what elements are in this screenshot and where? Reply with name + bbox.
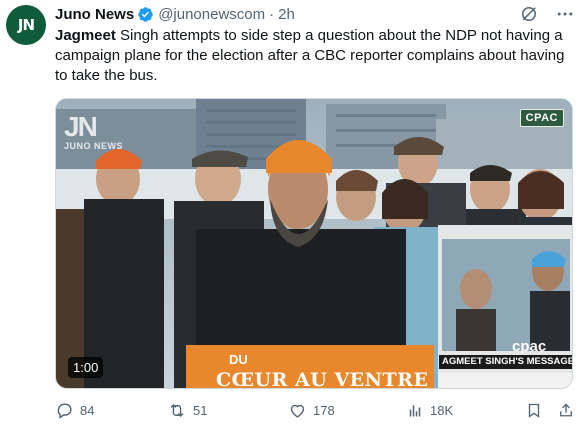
juno-news-watermark: JN JUNO NEWS [64, 111, 124, 152]
tweet-text-bold: Jagmeet [55, 27, 116, 44]
more-options-icon[interactable] [555, 4, 575, 24]
verified-badge-icon [138, 6, 153, 22]
repost-count: 51 [193, 403, 208, 418]
inset-cpac-logo: cpac [512, 338, 547, 355]
handle[interactable]: @junonewscom [158, 6, 265, 23]
video-duration: 1:00 [68, 357, 104, 378]
inset-caption: AGMEET SINGH'S MESSAGE TO QUE [439, 355, 572, 369]
avatar[interactable]: JN [6, 5, 46, 45]
bookmark-icon [528, 403, 540, 418]
avatar-initials: JN [17, 16, 35, 34]
separator-dot: · [269, 5, 275, 23]
video-frame [56, 99, 572, 388]
bookmark-button[interactable] [525, 401, 543, 420]
broadcaster-badge: CPAC [519, 109, 564, 127]
reply-button[interactable]: 84 [55, 401, 94, 420]
grok-icon[interactable] [519, 4, 539, 24]
repost-button[interactable]: 51 [167, 401, 207, 420]
tweet-text: Jagmeet Singh attempts to side step a qu… [55, 26, 575, 86]
video-player[interactable]: JN JUNO NEWS CPAC DU CŒUR AU VENTRE cpac… [55, 98, 573, 389]
share-icon [560, 403, 572, 417]
podium-text-line2: CŒUR AU VENTRE [216, 369, 429, 389]
podium-text-line1: DU [229, 352, 248, 367]
heart-icon [290, 404, 305, 418]
share-button[interactable] [557, 401, 575, 420]
display-name[interactable]: Juno News [55, 6, 134, 23]
tweet-text-rest: Singh attempts to side step a question a… [55, 27, 565, 84]
watermark-mark: JN [64, 111, 98, 142]
watermark-word: JUNO NEWS [64, 141, 124, 151]
views-count: 18K [430, 403, 454, 418]
views-button[interactable]: 18K [406, 401, 453, 420]
like-count: 178 [313, 403, 335, 418]
tweet-header: Juno News @junonewscom · 2h [55, 5, 295, 23]
reply-count: 84 [80, 403, 95, 418]
reply-icon [57, 403, 72, 419]
tweet-actions: 84 51 178 18K [55, 401, 575, 423]
repost-icon [170, 403, 184, 418]
header-actions [519, 4, 575, 24]
views-chart-icon [409, 405, 421, 417]
like-button[interactable]: 178 [288, 401, 335, 420]
timestamp[interactable]: 2h [278, 6, 295, 23]
